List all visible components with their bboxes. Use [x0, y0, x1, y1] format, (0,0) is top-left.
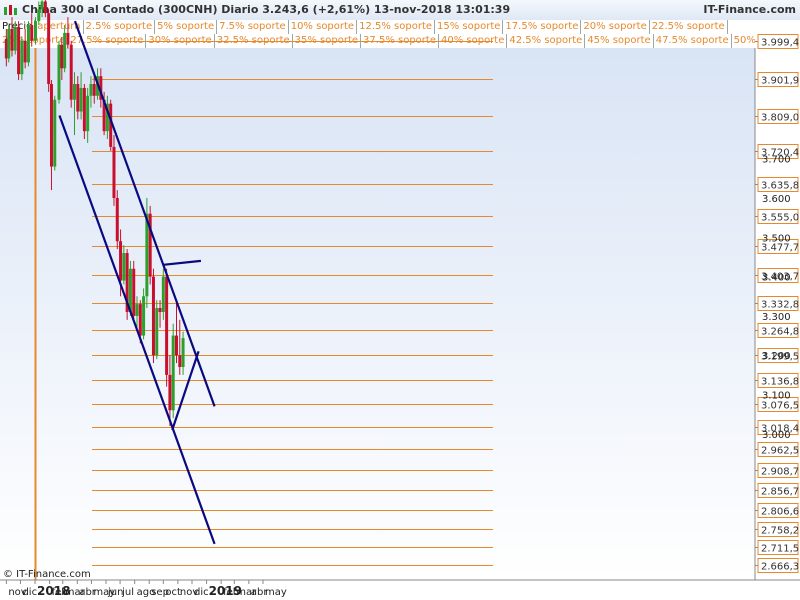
price-chart: 3.999,43.901,93.809,03.720,43.635,83.555… [0, 0, 800, 600]
candle-body [165, 276, 169, 375]
candle-body [112, 146, 116, 198]
candle-body [181, 338, 185, 368]
price-axis-label: 3.700 [762, 155, 791, 166]
support-label: 3.999,4 [761, 38, 799, 49]
candle-body [47, 13, 51, 85]
price-axis: 3.999,43.901,93.809,03.720,43.635,83.555… [755, 34, 799, 573]
time-axis-label: jun [107, 587, 123, 598]
candle-body [86, 95, 90, 132]
candle-body [43, 1, 47, 14]
support-label: 3.635,8 [761, 181, 799, 192]
candle-body [151, 276, 155, 356]
support-label: 3.332,8 [761, 300, 799, 311]
candle-body [142, 296, 146, 336]
candle-body [49, 84, 53, 167]
support-label: 2.962,5 [761, 446, 799, 457]
support-label: 2.711,5 [761, 544, 799, 555]
time-axis-label: dic [22, 587, 37, 598]
price-axis-label: 3.100 [762, 391, 791, 402]
support-label: 3.809,0 [761, 113, 799, 124]
price-axis-label: 3.500 [762, 233, 791, 244]
candle-body [40, 1, 44, 10]
time-axis-label: oct [165, 587, 181, 598]
candle-body [33, 21, 37, 41]
candle-body [26, 25, 30, 63]
candle-body [60, 44, 64, 69]
candle-body [119, 241, 123, 281]
time-axis-label: jul [121, 587, 134, 598]
support-label: 2.856,7 [761, 487, 799, 498]
support-label: 3.264,8 [761, 327, 799, 338]
support-label: 3.901,9 [761, 76, 799, 87]
price-axis-label: 3.600 [762, 194, 791, 205]
candle-body [135, 304, 139, 316]
candle-body [7, 28, 11, 59]
candle-body [155, 308, 159, 356]
candle-body [82, 87, 86, 132]
candle-body [92, 84, 96, 96]
candle-body [145, 213, 149, 297]
candle-body [158, 308, 162, 312]
candle-body [79, 87, 83, 112]
candle-body [20, 40, 24, 75]
candle-body [23, 40, 27, 63]
candle-body [17, 27, 21, 75]
support-label: 2.908,7 [761, 467, 799, 478]
candle-body [37, 9, 41, 22]
candle-body [168, 374, 172, 411]
copyright-notice: © IT-Finance.com [3, 569, 91, 580]
candle-body [63, 32, 67, 69]
price-axis-label: 3.000 [762, 430, 791, 441]
candle-body [66, 32, 70, 45]
candle-body [53, 99, 57, 167]
candle-body [10, 28, 14, 51]
candle-body [89, 84, 93, 96]
candle-body [138, 304, 142, 336]
price-axis-label: 3.400 [762, 273, 791, 284]
price-axis-label: 3.300 [762, 312, 791, 323]
candle-body [161, 276, 165, 312]
candle-body [122, 253, 126, 281]
support-label: 3.555,0 [761, 213, 799, 224]
candle-body [115, 197, 119, 242]
support-label: 2.806,6 [761, 507, 799, 518]
candle-body [13, 27, 17, 51]
time-axis-label: may [265, 587, 287, 598]
price-axis-label: 3.200 [762, 351, 791, 362]
candle-body [174, 335, 178, 356]
candle-body [57, 44, 61, 100]
support-label: 3.076,5 [761, 401, 799, 412]
candle-body [132, 268, 136, 316]
support-label: 2.758,2 [761, 526, 799, 537]
support-label: 2.666,3 [761, 562, 799, 573]
candle-body [73, 84, 76, 100]
candle-body [171, 335, 175, 411]
candle-body [178, 355, 182, 368]
candle-body [69, 44, 73, 100]
time-axis-label: dic [194, 587, 209, 598]
candle-body [30, 25, 34, 41]
support-label: 3.136,8 [761, 377, 799, 388]
candle-body [76, 84, 80, 112]
